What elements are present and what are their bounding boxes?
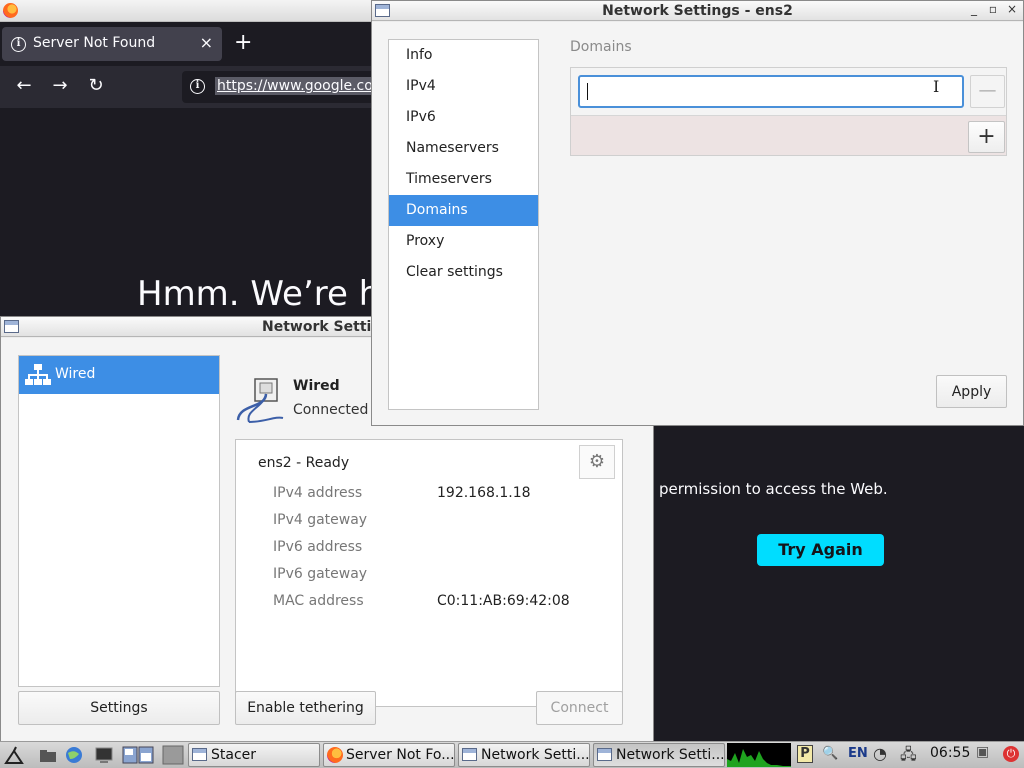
domain-row: I —: [571, 68, 1006, 116]
domains-heading: Domains: [570, 39, 632, 55]
taskbar-item-label: Stacer: [211, 747, 257, 763]
terminal-icon[interactable]: [94, 745, 114, 765]
interface-details: ens2 - Ready ⚙ IPv4 address 192.168.1.18…: [235, 439, 623, 707]
gear-icon[interactable]: ⚙: [579, 445, 615, 479]
window-icon: [462, 748, 477, 761]
taskbar-item-firefox[interactable]: Server Not Fo...: [323, 743, 455, 767]
dialog-titlebar[interactable]: Network Settings - ens2 _ ▫ ×: [372, 1, 1023, 21]
domains-list: I — +: [570, 67, 1007, 156]
dialog-title: Network Settings - ens2: [602, 3, 793, 19]
taskbar-item-network-settings-ens2[interactable]: Network Setti...: [593, 743, 725, 767]
error-heading: Hmm. We’re h: [137, 274, 381, 314]
file-manager-icon[interactable]: [38, 745, 58, 765]
connection-label: Wired: [55, 366, 96, 382]
nav-item-ipv6[interactable]: IPv6: [389, 102, 538, 133]
ethernet-cable-icon: [236, 378, 284, 423]
app-menu-icon[interactable]: [4, 745, 24, 765]
nav-item-info[interactable]: Info: [389, 40, 538, 71]
ipv4-gateway-label: IPv4 gateway: [273, 512, 368, 528]
connection-list: Wired: [18, 355, 220, 687]
apply-button[interactable]: Apply: [936, 375, 1007, 408]
network-icon[interactable]: 🖧: [900, 744, 917, 768]
ipv4-address-label: IPv4 address: [273, 485, 363, 501]
tab-close-icon[interactable]: ×: [200, 33, 213, 52]
connection-status: Connected: [293, 402, 369, 418]
clock: 06:55: [930, 745, 971, 761]
tab-title: Server Not Found: [33, 35, 156, 51]
window-icon: [192, 748, 207, 761]
network-wired-icon: [25, 364, 51, 385]
taskbar-item-stacer[interactable]: Stacer: [188, 743, 320, 767]
nav-item-proxy[interactable]: Proxy: [389, 226, 538, 257]
ibeam-cursor-icon: I: [933, 77, 940, 96]
mac-address-label: MAC address: [273, 593, 364, 609]
enable-tethering-button[interactable]: Enable tethering: [235, 691, 376, 725]
window-icon: [597, 748, 612, 761]
interface-title: ens2 - Ready: [258, 455, 350, 471]
taskbar: Stacer Server Not Fo... Network Setti...…: [0, 741, 1024, 768]
taskbar-item-network-settings[interactable]: Network Setti...: [458, 743, 590, 767]
firefox-icon: [327, 747, 343, 763]
clipboard-icon[interactable]: P: [797, 745, 813, 763]
site-info-icon[interactable]: i: [190, 79, 205, 94]
info-icon: i: [11, 37, 26, 52]
try-again-button[interactable]: Try Again: [757, 534, 884, 566]
ens2-settings-dialog: Network Settings - ens2 _ ▫ × Info IPv4 …: [371, 0, 1024, 426]
nav-item-clear-settings[interactable]: Clear settings: [389, 257, 538, 288]
nav-item-timeservers[interactable]: Timeservers: [389, 164, 538, 195]
minimize-button[interactable]: _: [966, 2, 982, 16]
show-desktop-icon[interactable]: [162, 745, 184, 765]
forward-arrow-icon[interactable]: →: [48, 75, 72, 96]
window-icon: [4, 320, 19, 333]
close-button[interactable]: ×: [1004, 2, 1020, 16]
settings-nav: Info IPv4 IPv6 Nameservers Timeservers D…: [388, 39, 539, 410]
dialog-body: Info IPv4 IPv6 Nameservers Timeservers D…: [372, 22, 1023, 425]
web-browser-icon[interactable]: [64, 745, 84, 765]
taskbar-item-label: Server Not Fo...: [346, 747, 455, 763]
reload-icon[interactable]: ↻: [84, 75, 108, 96]
lock-screen-icon[interactable]: ▣: [976, 744, 989, 760]
connection-title: Wired: [293, 378, 340, 394]
ipv6-address-label: IPv6 address: [273, 539, 363, 555]
error-description: permission to access the Web.: [659, 480, 888, 498]
nav-item-ipv4[interactable]: IPv4: [389, 71, 538, 102]
mac-address-value: C0:11:AB:69:42:08: [437, 593, 570, 609]
desktop-pager-icon[interactable]: [122, 745, 154, 765]
nav-item-nameservers[interactable]: Nameservers: [389, 133, 538, 164]
remove-domain-button[interactable]: —: [970, 75, 1005, 108]
ipv6-gateway-label: IPv6 gateway: [273, 566, 368, 582]
ipv4-address-value: 192.168.1.18: [437, 485, 531, 501]
connection-item-wired[interactable]: Wired: [19, 356, 219, 394]
url-text[interactable]: https://www.google.co: [215, 77, 375, 95]
add-domain-button[interactable]: +: [968, 121, 1005, 153]
nav-item-domains[interactable]: Domains: [389, 195, 538, 226]
power-icon[interactable]: ⏻: [1003, 746, 1019, 762]
tab-server-not-found[interactable]: i Server Not Found ×: [2, 27, 222, 61]
settings-button[interactable]: Settings: [18, 691, 220, 725]
back-arrow-icon[interactable]: ←: [12, 75, 36, 96]
search-icon[interactable]: 🔍: [822, 746, 838, 761]
domain-input[interactable]: [578, 75, 964, 108]
gauge-icon[interactable]: ◔: [873, 744, 887, 763]
maximize-button[interactable]: ▫: [985, 2, 1001, 16]
firefox-logo-icon: [3, 3, 18, 18]
cpu-monitor-graph: [727, 743, 791, 767]
new-tab-button[interactable]: +: [234, 30, 252, 56]
taskbar-item-label: Network Setti...: [616, 747, 725, 763]
text-caret: [587, 83, 588, 100]
keyboard-layout-indicator[interactable]: EN: [848, 746, 868, 761]
connect-button[interactable]: Connect: [536, 691, 623, 725]
taskbar-item-label: Network Setti...: [481, 747, 590, 763]
